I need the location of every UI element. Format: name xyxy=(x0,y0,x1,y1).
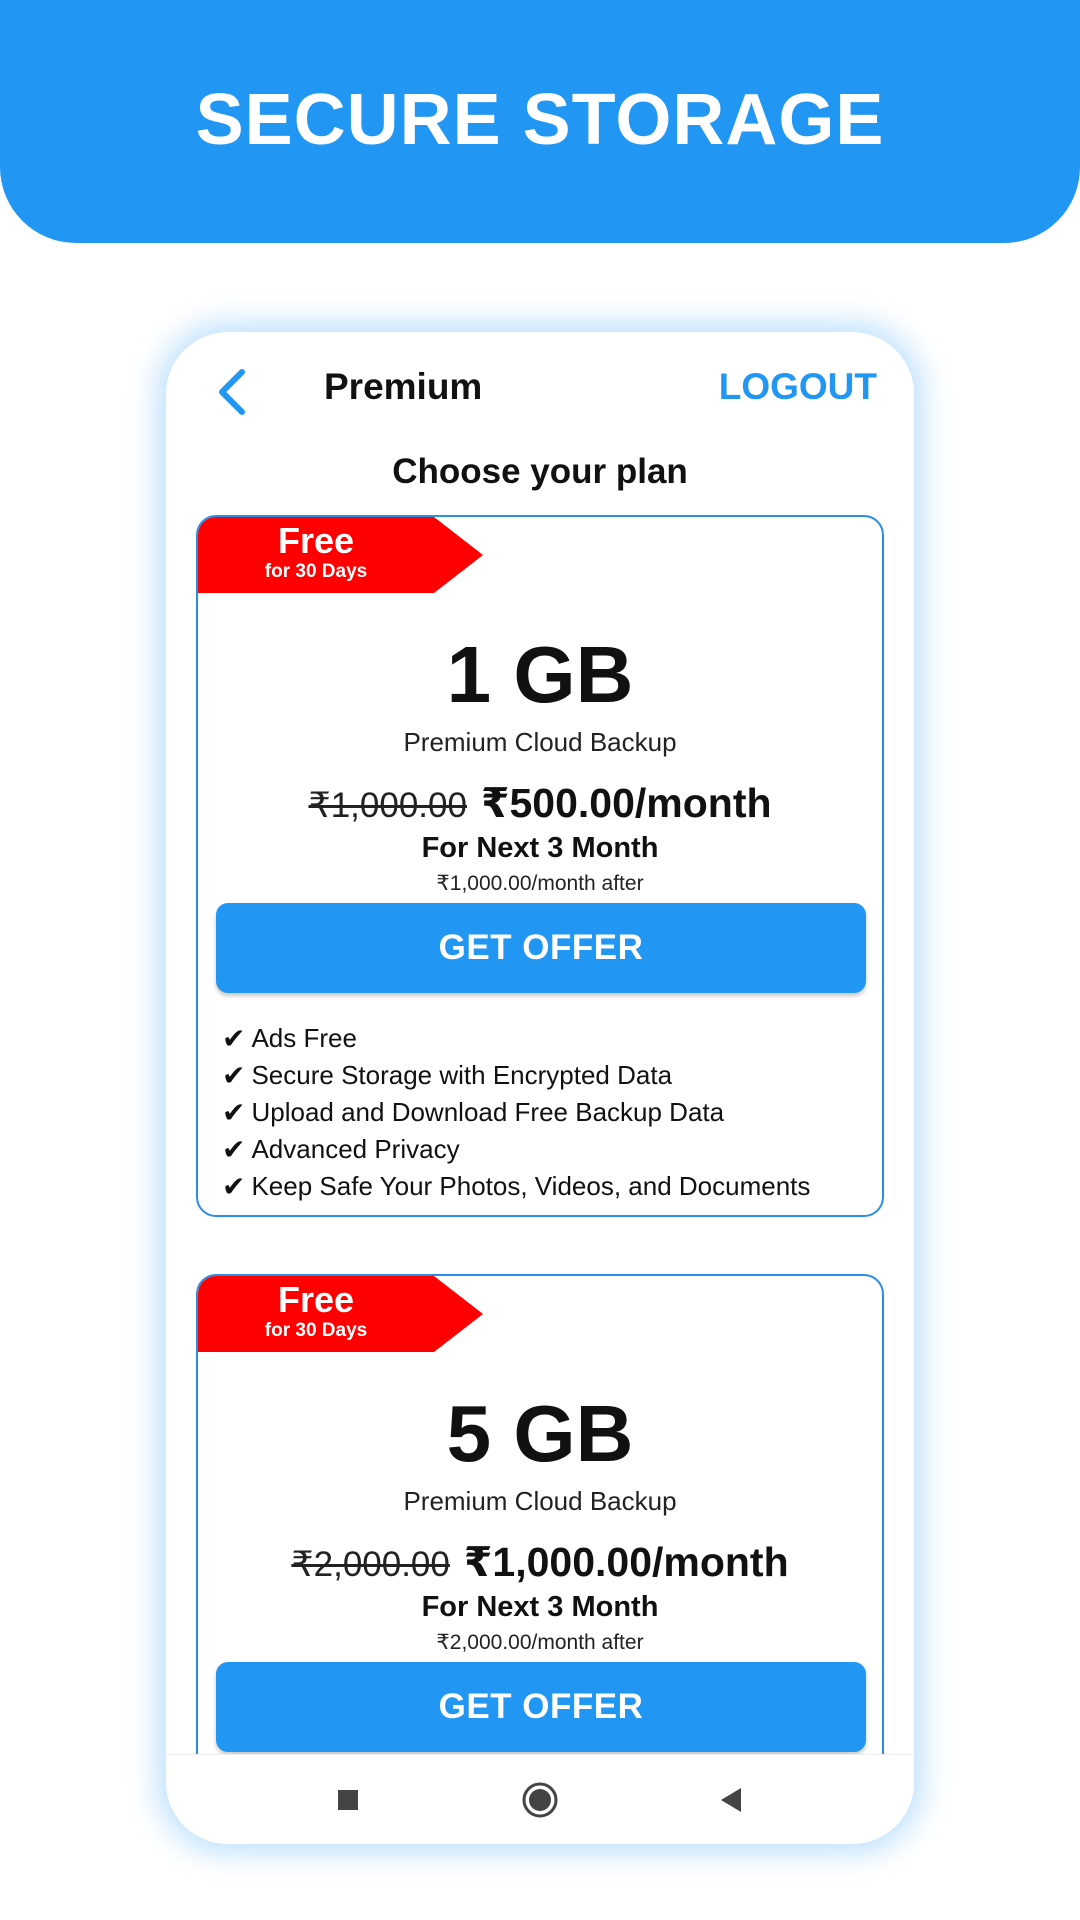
get-offer-label: GET OFFER xyxy=(438,928,644,967)
chevron-left-icon xyxy=(219,369,245,415)
price-row: ₹1,000.00 ₹500.00/month xyxy=(198,779,882,827)
plan-size: 1 GB xyxy=(446,630,634,719)
feature-text: Advanced Privacy xyxy=(251,1134,460,1164)
page-title: Premium xyxy=(324,366,483,407)
feature-text: Ads Free xyxy=(251,1023,357,1053)
check-icon: ✔ xyxy=(222,1060,246,1091)
feature-item: ✔ Ads Free xyxy=(222,1020,810,1057)
phone-mockup: Premium LOGOUT Choose your plan Free for… xyxy=(166,332,914,1844)
price-after: ₹1,000.00/month after xyxy=(436,872,644,895)
back-triangle-icon xyxy=(721,1788,741,1812)
free-trial-ribbon: Free for 30 Days xyxy=(198,1276,483,1352)
feature-item: ✔ Advanced Privacy xyxy=(222,1131,810,1168)
back-button[interactable] xyxy=(212,366,252,418)
system-back-button[interactable] xyxy=(707,1775,757,1825)
check-icon: ✔ xyxy=(222,1023,246,1054)
feature-text: Keep Safe Your Photos, Videos, and Docum… xyxy=(251,1171,811,1201)
plan-size: 5 GB xyxy=(446,1389,634,1478)
system-nav-bar xyxy=(166,1754,914,1844)
top-banner: SECURE STORAGE xyxy=(0,0,1080,243)
price-after: ₹2,000.00/month after xyxy=(436,1631,644,1654)
new-price: ₹1,000.00/month xyxy=(463,1539,789,1585)
home-circle-icon xyxy=(522,1782,558,1818)
new-price: ₹500.00/month xyxy=(480,780,772,826)
check-icon: ✔ xyxy=(222,1171,246,1202)
get-offer-label: GET OFFER xyxy=(438,1687,644,1726)
ribbon-sub-text: for 30 Days xyxy=(264,561,368,582)
logout-button[interactable]: LOGOUT xyxy=(719,366,877,408)
feature-item: ✔ Upload and Download Free Backup Data xyxy=(222,1094,810,1131)
get-offer-button[interactable]: GET OFFER xyxy=(216,1662,866,1752)
choose-plan-heading: Choose your plan xyxy=(392,452,688,491)
recents-button[interactable] xyxy=(323,1775,373,1825)
banner-title: SECURE STORAGE xyxy=(195,80,885,160)
plan-subtitle: Premium Cloud Backup xyxy=(403,727,677,757)
home-button[interactable] xyxy=(515,1775,565,1825)
feature-text: Upload and Download Free Backup Data xyxy=(251,1097,725,1127)
feature-item: ✔ Secure Storage with Encrypted Data xyxy=(222,1057,810,1094)
feature-list: ✔ Ads Free ✔ Secure Storage with Encrypted… xyxy=(222,1020,810,1205)
offer-term: For Next 3 Month xyxy=(421,832,659,864)
free-trial-ribbon: Free for 30 Days xyxy=(198,517,483,593)
square-stop-icon xyxy=(338,1790,358,1810)
old-price: ₹2,000.00 xyxy=(291,1545,450,1584)
ribbon-main-text: Free xyxy=(277,1279,355,1320)
feature-item: ✔ Keep Safe Your Photos, Videos, and Docu… xyxy=(222,1168,810,1205)
ribbon-sub-text: for 30 Days xyxy=(264,1320,368,1341)
get-offer-button[interactable]: GET OFFER xyxy=(216,903,866,993)
check-icon: ✔ xyxy=(222,1097,246,1128)
plan-subtitle: Premium Cloud Backup xyxy=(403,1486,677,1516)
old-price: ₹1,000.00 xyxy=(308,786,467,825)
feature-text: Secure Storage with Encrypted Data xyxy=(251,1060,673,1090)
offer-term: For Next 3 Month xyxy=(421,1591,659,1623)
plan-card-1gb: Free for 30 Days 1 GB Premium Cloud Back… xyxy=(196,515,884,1217)
price-row: ₹2,000.00 ₹1,000.00/month xyxy=(198,1538,882,1586)
check-icon: ✔ xyxy=(222,1134,246,1165)
ribbon-main-text: Free xyxy=(277,520,355,561)
app-bar: Premium LOGOUT xyxy=(166,332,914,442)
